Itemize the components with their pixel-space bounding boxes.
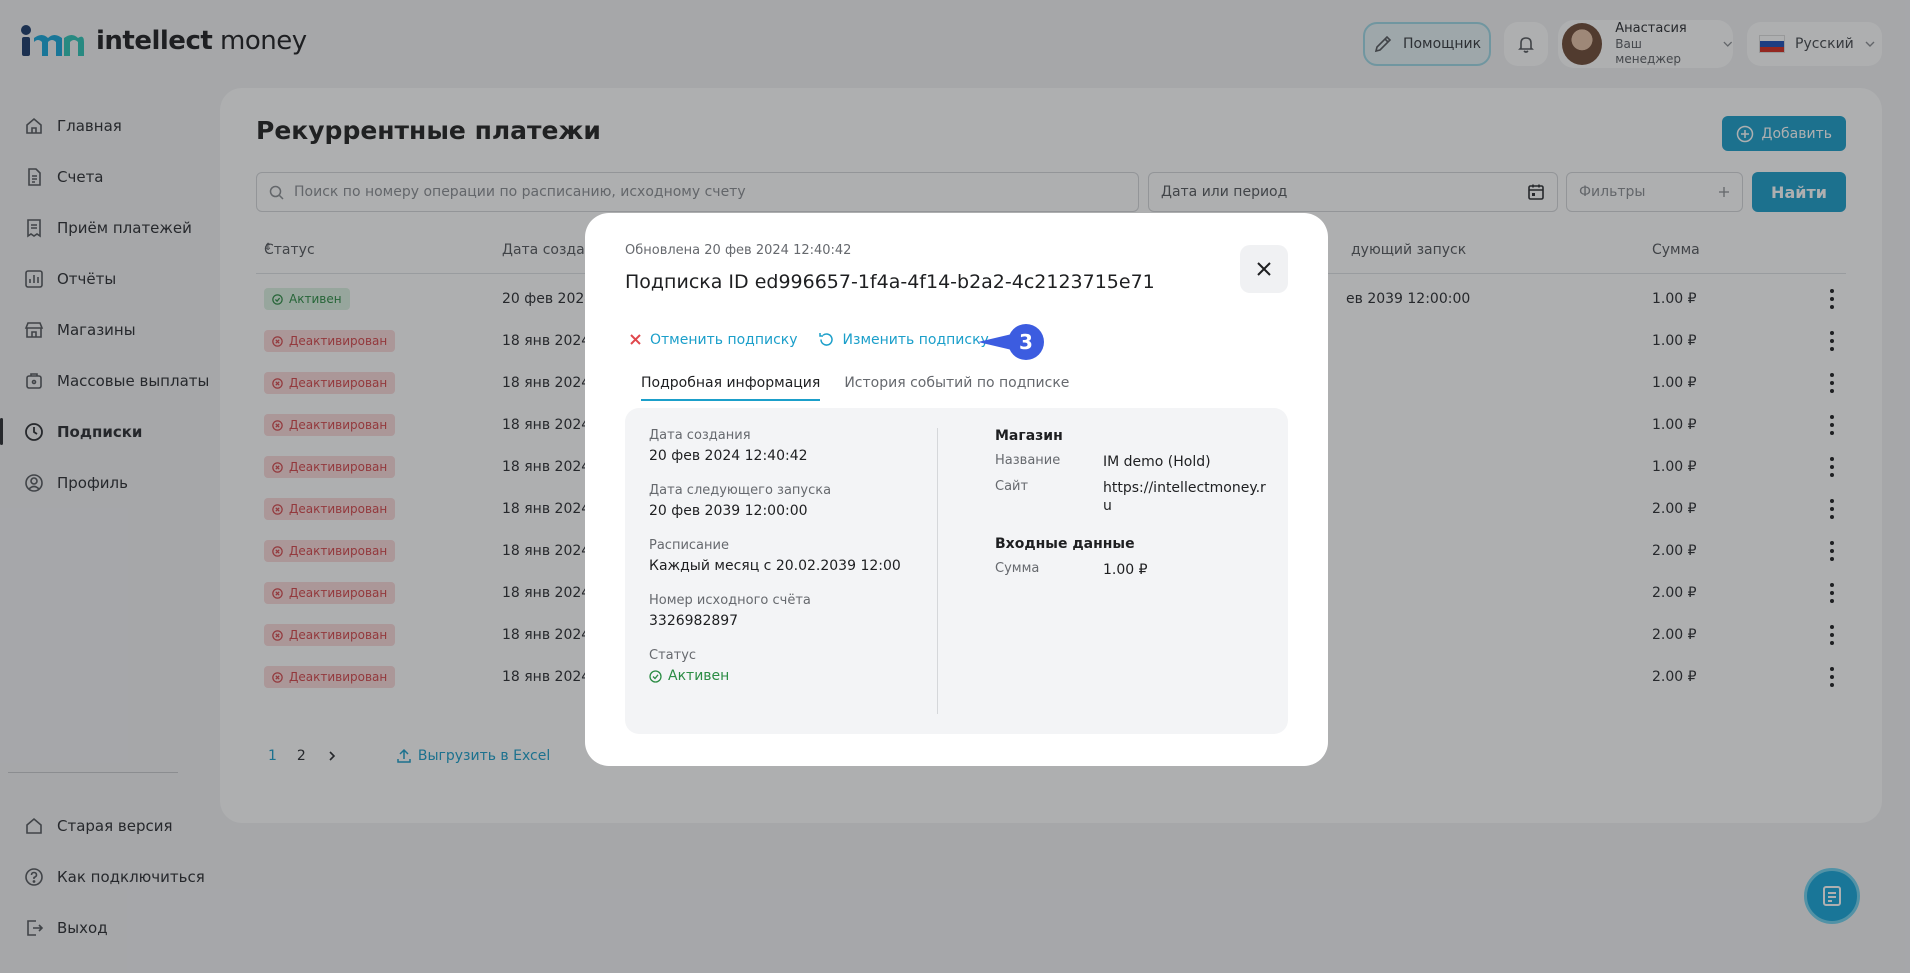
status-value: Активен bbox=[649, 668, 901, 684]
subscription-modal: Обновлена 20 фев 2024 12:40:42 Подписка … bbox=[585, 213, 1328, 766]
step-marker: 3 bbox=[1008, 324, 1044, 360]
edit-subscription-label: Изменить подписку bbox=[842, 331, 989, 348]
account-value: 3326982897 bbox=[649, 613, 739, 629]
schedule-label: Расписание bbox=[649, 538, 729, 553]
created-label: Дата создания bbox=[649, 428, 751, 443]
modal-title: Подписка ID ed996657-1f4a-4f14-b2a2-4c21… bbox=[625, 271, 1155, 293]
next-run-label: Дата следующего запуска bbox=[649, 483, 832, 498]
step-marker-pointer bbox=[978, 334, 1012, 350]
store-site-value[interactable]: https://intellectmoney.ru bbox=[1103, 479, 1273, 515]
input-heading: Входные данные bbox=[995, 535, 1135, 552]
store-info: Магазин Название IM demo (Hold) Сайт htt… bbox=[995, 428, 1273, 587]
x-icon bbox=[630, 334, 641, 345]
store-name-label: Название bbox=[995, 453, 1061, 468]
store-name-value: IM demo (Hold) bbox=[1103, 454, 1211, 470]
cancel-subscription-button[interactable]: Отменить подписку bbox=[629, 332, 798, 348]
store-heading: Магазин bbox=[995, 428, 1063, 444]
status-text: Активен bbox=[668, 668, 730, 684]
subscription-fields: Дата создания 20 фев 2024 12:40:42 Дата … bbox=[649, 428, 901, 703]
status-label: Статус bbox=[649, 648, 697, 663]
close-icon bbox=[1257, 262, 1271, 276]
edit-subscription-button[interactable]: Изменить подписку bbox=[818, 331, 989, 348]
next-run-value: 20 фев 2039 12:00:00 bbox=[649, 503, 808, 519]
tab-history[interactable]: История событий по подписке bbox=[844, 375, 1069, 401]
tab-details[interactable]: Подробная информация bbox=[641, 375, 821, 401]
schedule-value: Каждый месяц с 20.02.2039 12:00 bbox=[649, 558, 901, 574]
store-site-label: Сайт bbox=[995, 479, 1029, 495]
refresh-icon bbox=[818, 333, 833, 346]
sum-label: Сумма bbox=[995, 560, 1040, 576]
cancel-subscription-label: Отменить подписку bbox=[650, 331, 798, 348]
details-panel: Дата создания 20 фев 2024 12:40:42 Дата … bbox=[625, 408, 1288, 734]
account-label: Номер исходного счёта bbox=[649, 593, 811, 608]
panel-divider bbox=[937, 428, 938, 714]
modal-tabs: Подробная информация История событий по … bbox=[641, 375, 1069, 401]
sum-value: 1.00 ₽ bbox=[1103, 561, 1148, 578]
modal-actions: Отменить подписку Изменить подписку bbox=[629, 331, 989, 348]
modal-updated: Обновлена 20 фев 2024 12:40:42 bbox=[625, 243, 852, 258]
close-button[interactable] bbox=[1240, 245, 1288, 293]
check-circle-icon bbox=[649, 669, 662, 683]
created-value: 20 фев 2024 12:40:42 bbox=[649, 448, 808, 464]
